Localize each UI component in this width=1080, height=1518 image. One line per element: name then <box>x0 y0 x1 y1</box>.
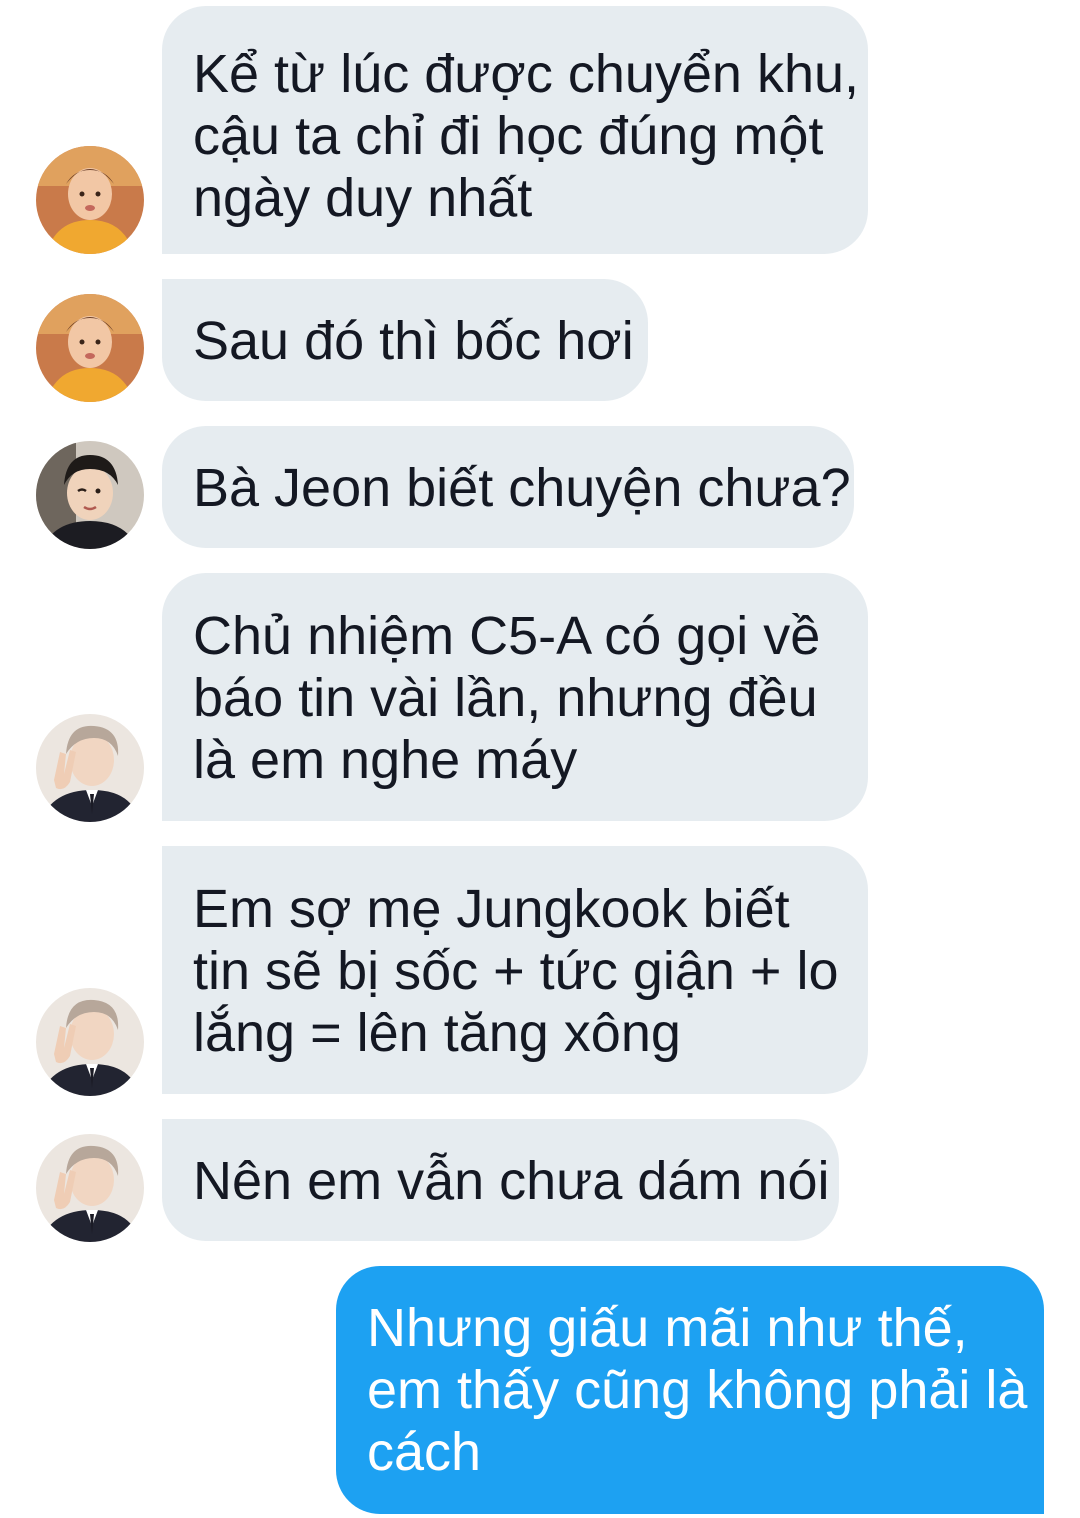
conversation-thread[interactable]: Kể từ lúc được chuyển khu, cậu ta chỉ đi… <box>0 0 1080 1518</box>
avatar[interactable] <box>36 1134 144 1242</box>
avatar[interactable] <box>36 988 144 1096</box>
message-bubble-incoming[interactable]: Nên em vẫn chưa dám nói <box>162 1119 839 1241</box>
avatar-orange-shirt-icon <box>36 146 144 254</box>
avatar-suit-peace-sign-icon <box>36 988 144 1096</box>
avatar-dark-hair-wink-icon <box>36 441 144 549</box>
avatar-orange-shirt-icon <box>36 294 144 402</box>
avatar-suit-peace-sign-icon <box>36 714 144 822</box>
message-bubble-outgoing[interactable]: Nhưng giấu mãi như thế, em thấy cũng khô… <box>336 1266 1044 1514</box>
avatar[interactable] <box>36 714 144 822</box>
message-bubble-incoming[interactable]: Bà Jeon biết chuyện chưa? <box>162 426 854 548</box>
avatar-suit-peace-sign-icon <box>36 1134 144 1242</box>
message-bubble-incoming[interactable]: Chủ nhiệm C5-A có gọi về báo tin vài lần… <box>162 573 868 821</box>
message-bubble-incoming[interactable]: Sau đó thì bốc hơi <box>162 279 648 401</box>
avatar[interactable] <box>36 294 144 402</box>
message-bubble-incoming[interactable]: Kể từ lúc được chuyển khu, cậu ta chỉ đi… <box>162 6 868 254</box>
message-bubble-incoming[interactable]: Em sợ mẹ Jungkook biết tin sẽ bị sốc + t… <box>162 846 868 1094</box>
avatar[interactable] <box>36 441 144 549</box>
avatar[interactable] <box>36 146 144 254</box>
